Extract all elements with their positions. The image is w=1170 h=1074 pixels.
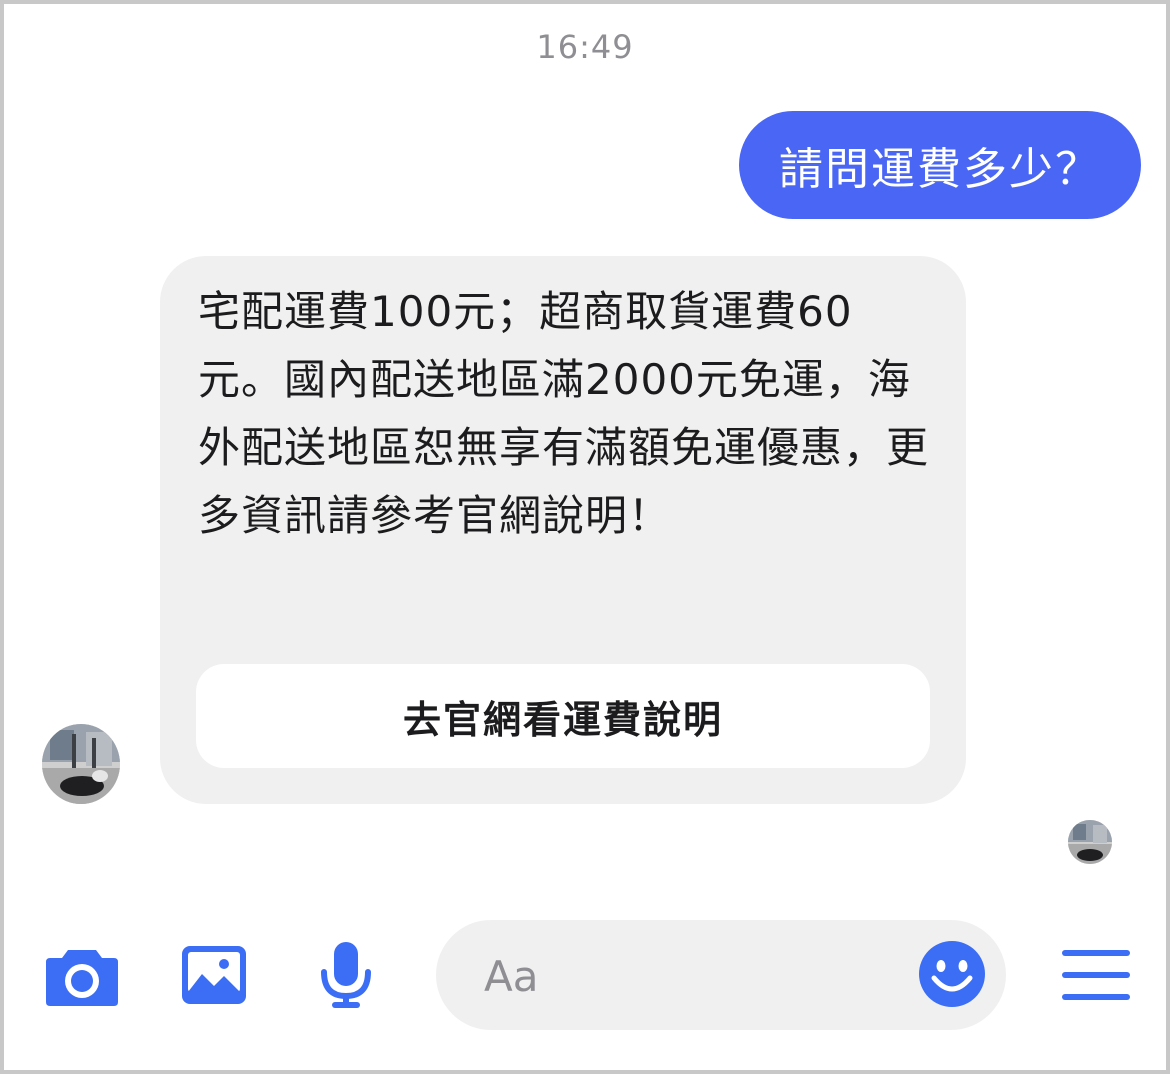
- chat-screen: 16:49 請問運費多少？ 宅配運費100元；超商取貨運費60元。國內配送地區滿…: [0, 0, 1170, 1074]
- incoming-message-bubble[interactable]: 宅配運費100元；超商取貨運費60元。國內配送地區滿2000元免運，海外配送地區…: [160, 256, 966, 804]
- menu-icon[interactable]: [1062, 948, 1130, 1002]
- sender-avatar[interactable]: [42, 724, 120, 804]
- emoji-icon[interactable]: [918, 940, 986, 1008]
- image-icon[interactable]: [180, 944, 248, 1006]
- sender-avatar-photo: [42, 724, 120, 804]
- seen-indicator-avatar: [1068, 820, 1112, 864]
- official-site-shipping-button[interactable]: 去官網看運費說明: [196, 664, 930, 768]
- message-composer[interactable]: [436, 920, 1006, 1032]
- message-input[interactable]: [482, 920, 906, 1032]
- microphone-icon[interactable]: [316, 940, 376, 1010]
- camera-icon[interactable]: [44, 944, 120, 1008]
- seen-avatar-photo: [1068, 820, 1112, 864]
- incoming-message-text: 宅配運費100元；超商取貨運費60元。國內配送地區滿2000元免運，海外配送地區…: [198, 287, 930, 540]
- message-timestamp: 16:49: [536, 28, 634, 66]
- outgoing-message-text: 請問運費多少？: [779, 144, 1101, 195]
- outgoing-message-bubble[interactable]: 請問運費多少？: [739, 111, 1141, 219]
